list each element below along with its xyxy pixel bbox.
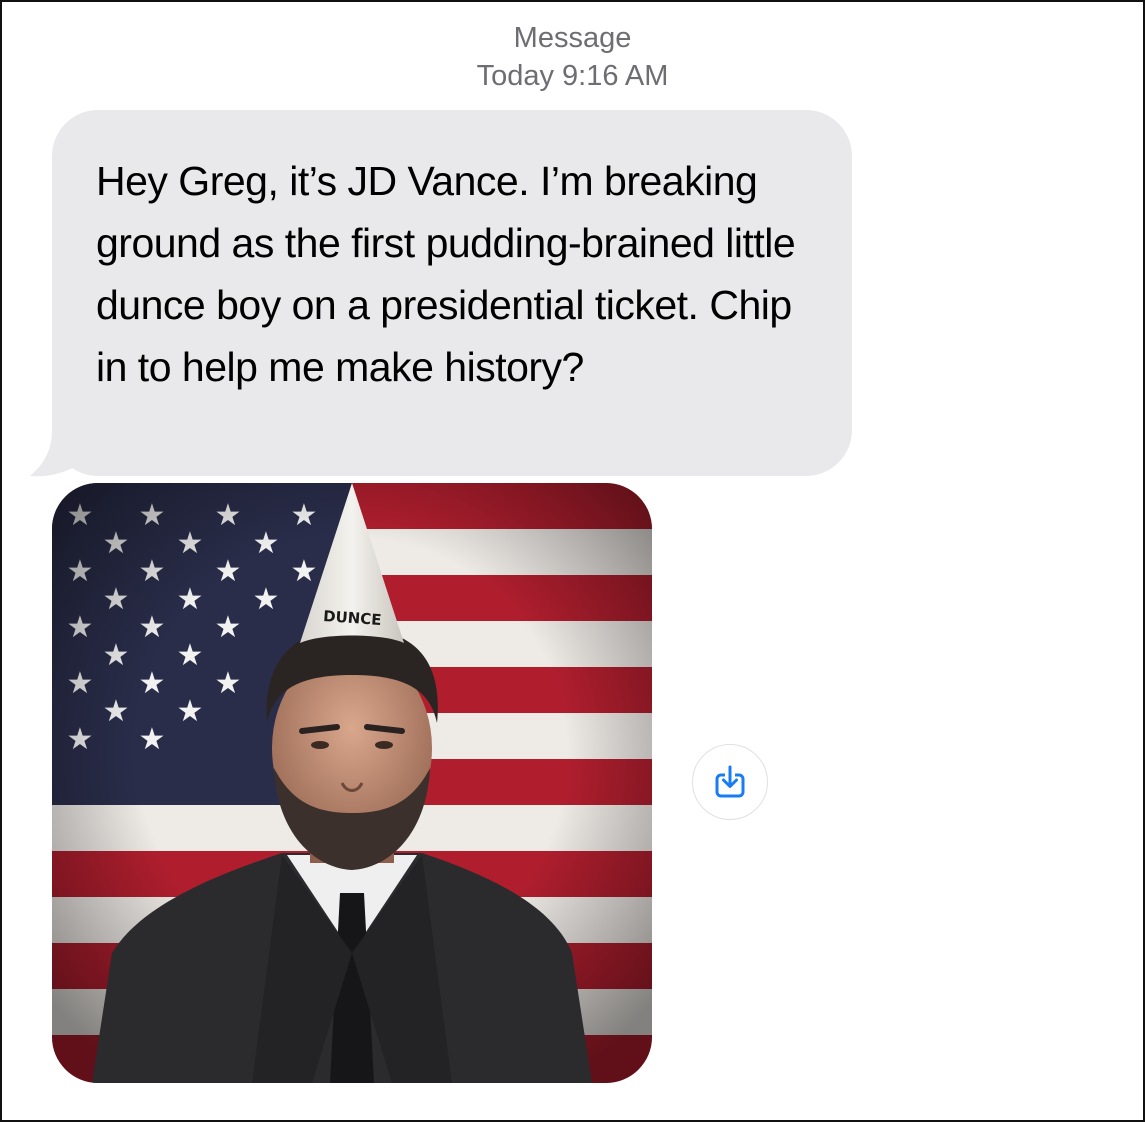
- download-icon: [715, 765, 745, 798]
- image-attachment[interactable]: ★★★★ ★★★ ★★★★ ★★★ ★★★ ★★ ★★★ ★★ ★★: [52, 483, 652, 1083]
- save-image-button[interactable]: [692, 744, 768, 820]
- conversation-service-label: Message: [513, 22, 632, 54]
- dunce-portrait-image: ★★★★ ★★★ ★★★★ ★★★ ★★★ ★★ ★★★ ★★ ★★: [52, 483, 652, 1083]
- message-text: Hey Greg, it’s JD Vance. I’m breaking gr…: [96, 158, 796, 390]
- bubble-tail: [30, 430, 86, 477]
- message-timestamp: Today 9:16 AM: [476, 60, 669, 92]
